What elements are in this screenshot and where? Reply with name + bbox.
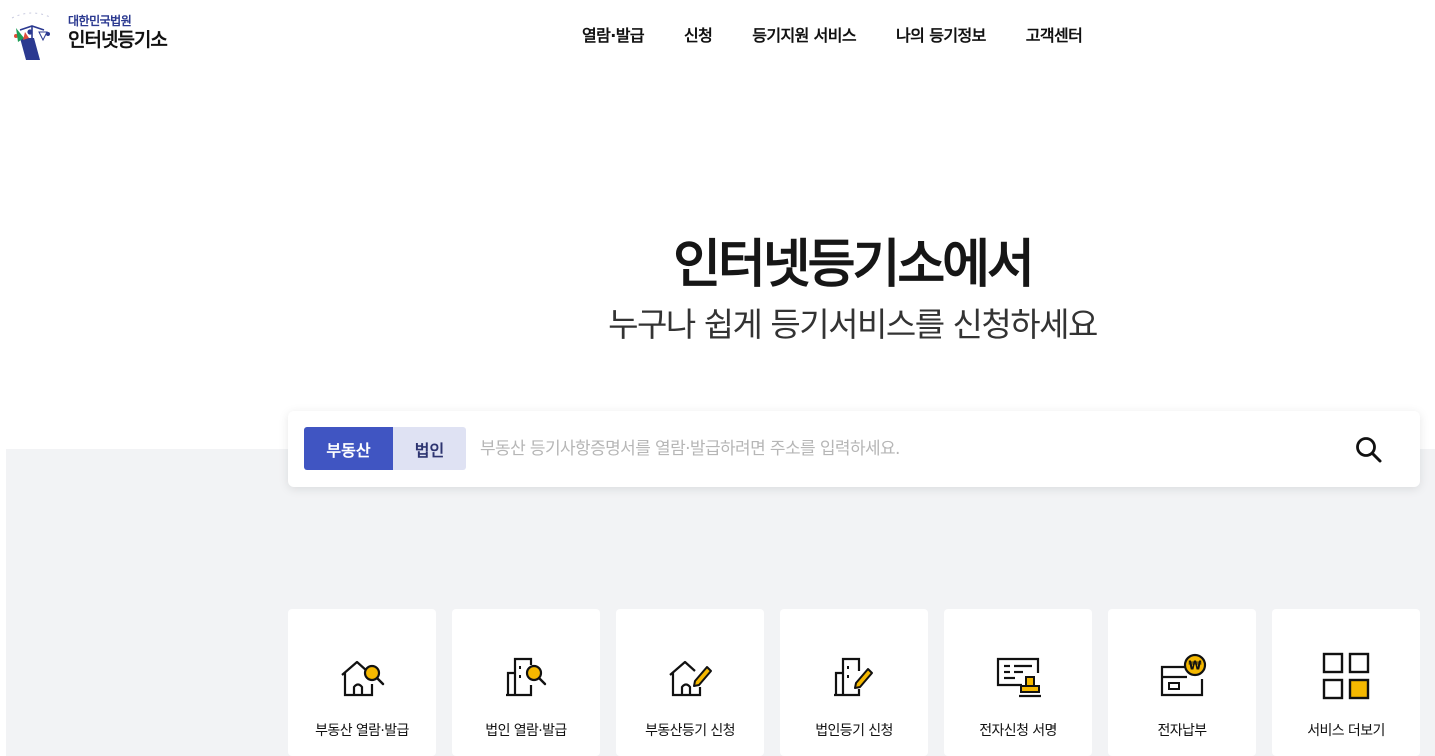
- grid-more-icon: [1322, 652, 1370, 700]
- service-card-label: 전자납부: [1157, 723, 1207, 739]
- service-card-realestate-view[interactable]: 부동산 열람·발급: [288, 609, 436, 756]
- main-nav: 열람·발급 신청 등기지원 서비스 나의 등기정보 고객센터: [582, 22, 1122, 46]
- service-card-label: 부동산 열람·발급: [315, 723, 409, 739]
- logo-subtitle: 대한민국법원: [68, 14, 132, 28]
- house-pen-icon: [669, 660, 712, 697]
- service-card-more[interactable]: 서비스 더보기: [1272, 609, 1420, 756]
- search-box: 부동산 법인: [288, 411, 1420, 487]
- service-card-corp-view[interactable]: 법인 열람·발급: [452, 609, 600, 756]
- nav-item-apply[interactable]: 신청: [684, 22, 713, 46]
- nav-item-support-services[interactable]: 등기지원 서비스: [752, 22, 856, 46]
- card-won-icon: ₩: [1160, 653, 1207, 697]
- court-emblem-icon: [6, 8, 64, 62]
- search-input[interactable]: [480, 429, 1330, 469]
- search-icon: [1356, 437, 1382, 463]
- site-header: 대한민국법원 인터넷등기소 열람·발급 신청 등기지원 서비스 나의 등기정보 …: [0, 0, 1435, 66]
- service-card-label: 서비스 더보기: [1307, 723, 1385, 739]
- hero-subtitle: 누구나 쉽게 등기서비스를 신청하세요: [608, 305, 1098, 344]
- service-card-label: 법인 열람·발급: [485, 723, 567, 739]
- tab-real-estate[interactable]: 부동산: [304, 427, 393, 470]
- house-search-icon: [341, 660, 385, 697]
- service-card-realestate-apply[interactable]: 부동산등기 신청: [616, 609, 764, 756]
- site-logo[interactable]: 대한민국법원 인터넷등기소: [6, 8, 196, 62]
- search-button[interactable]: [1352, 433, 1386, 467]
- logo-title: 인터넷등기소: [68, 29, 168, 51]
- document-stamp-icon: [996, 657, 1041, 698]
- building-pen-icon: [834, 657, 873, 697]
- service-card-label: 법인등기 신청: [815, 723, 893, 739]
- nav-item-customer-center[interactable]: 고객센터: [1026, 22, 1083, 46]
- service-card-e-payment[interactable]: ₩ 전자납부: [1108, 609, 1256, 756]
- tab-corporation[interactable]: 법인: [393, 427, 466, 470]
- service-card-label: 전자신청 서명: [979, 723, 1057, 739]
- quick-services: 부동산 열람·발급 법인 열람·발급 부동산등기 신청 법인등기 신청 전자신청…: [288, 609, 1420, 756]
- nav-item-view-issue[interactable]: 열람·발급: [582, 22, 645, 46]
- service-card-label: 부동산등기 신청: [645, 723, 735, 739]
- svg-text:₩: ₩: [1188, 659, 1202, 673]
- service-card-e-sign[interactable]: 전자신청 서명: [944, 609, 1092, 756]
- service-card-corp-apply[interactable]: 법인등기 신청: [780, 609, 928, 756]
- hero-title: 인터넷등기소에서: [673, 235, 1035, 295]
- building-search-icon: [506, 657, 547, 697]
- nav-item-my-info[interactable]: 나의 등기정보: [896, 22, 986, 46]
